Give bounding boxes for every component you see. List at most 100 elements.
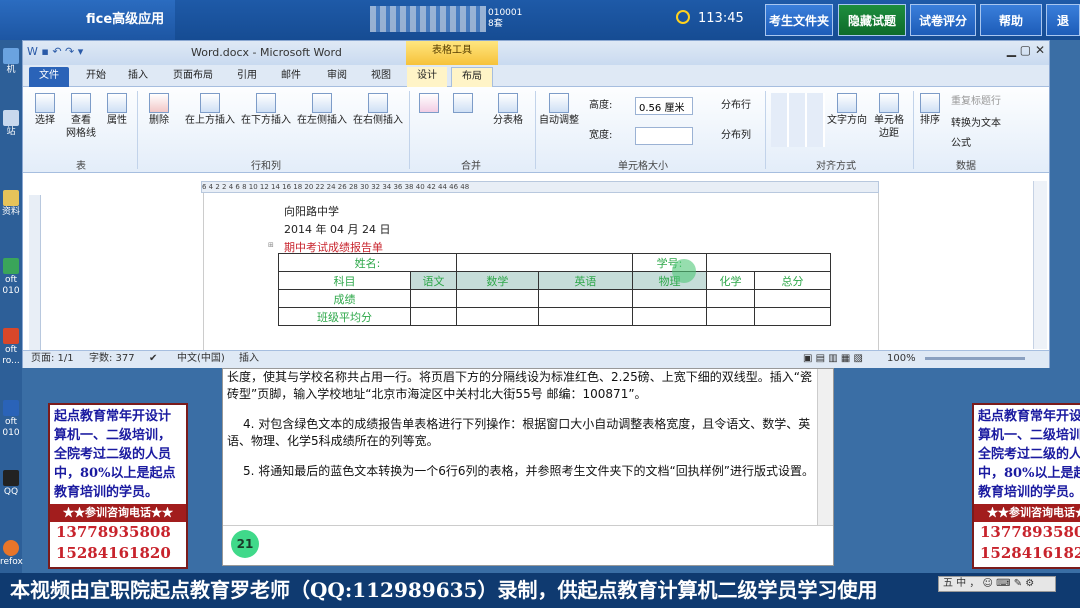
view-buttons[interactable]: ▣ ▤ ▥ ▦ ▧ <box>803 351 863 367</box>
insert-mode[interactable]: 插入 <box>239 351 259 367</box>
insert-right-button[interactable]: 在右侧插入 <box>351 93 405 127</box>
help-button[interactable]: 帮助 <box>980 4 1042 36</box>
tab-mailings[interactable]: 邮件 <box>273 67 309 87</box>
tab-insert[interactable]: 插入 <box>119 67 157 87</box>
ad-phone-2: 15284161820 <box>56 544 171 562</box>
avg-cell[interactable] <box>632 307 707 326</box>
merge-cells-button[interactable] <box>417 93 441 114</box>
question-scrollbar[interactable] <box>817 369 833 525</box>
desktop-strip: 机 站 资料 oft 010 oft ro... oft 010 QQ refo… <box>0 40 23 585</box>
autofit-button[interactable]: 自动调整 <box>537 93 581 127</box>
subject-cell-english[interactable]: 英语 <box>537 271 634 290</box>
avg-cell[interactable] <box>537 307 634 326</box>
tab-page-layout[interactable]: 页面布局 <box>163 67 223 87</box>
desktop-icon[interactable]: oft 010 <box>0 400 22 439</box>
table-tools-label: 表格工具 <box>406 41 498 65</box>
group-label-rows-columns: 行和列 <box>251 161 281 172</box>
cell-margins-button[interactable]: 单元格 边距 <box>869 93 909 140</box>
row-height-input[interactable] <box>635 97 693 115</box>
insert-left-button[interactable]: 在左侧插入 <box>295 93 349 127</box>
view-gridlines-button[interactable]: 查看 网格线 <box>63 93 99 140</box>
ime-toolbar[interactable]: 五 中 ， ☺ ⌨ ✎ ⚙ <box>938 576 1056 592</box>
score-cell[interactable] <box>706 289 755 308</box>
delete-button[interactable]: 删除 <box>141 93 177 127</box>
avg-cell[interactable] <box>410 307 457 326</box>
subject-cell-math[interactable]: 数学 <box>456 271 539 290</box>
document-page[interactable]: 向阳路中学 2014 年 04 月 24 日 期中考试成绩报告单 ⊞ 姓名: 学… <box>203 193 879 350</box>
formula-button[interactable]: 公式 <box>951 137 1021 150</box>
zoom-level[interactable]: 100% <box>887 351 916 367</box>
question-number-badge[interactable]: 21 <box>231 530 259 558</box>
subject-cell-chinese[interactable]: 语文 <box>410 271 457 290</box>
score-cell[interactable] <box>410 289 457 308</box>
score-cell[interactable] <box>754 289 831 308</box>
desktop-icon[interactable]: oft 010 <box>0 258 22 297</box>
column-width-input[interactable] <box>635 127 693 145</box>
horizontal-ruler[interactable]: 6 4 2 2 4 6 8 10 12 14 16 18 20 22 24 26… <box>201 181 879 193</box>
subject-cell-chemistry[interactable]: 化学 <box>706 271 755 290</box>
exit-button[interactable]: 退 <box>1046 4 1080 36</box>
hide-questions-button[interactable]: 隐藏试题 <box>838 4 906 36</box>
subject-label-cell[interactable]: 科目 <box>278 271 411 290</box>
subject-cell-total[interactable]: 总分 <box>754 271 831 290</box>
tab-review[interactable]: 审阅 <box>319 67 355 87</box>
split-cells-button[interactable] <box>451 93 475 114</box>
repeat-header-button[interactable]: 重复标题行 <box>951 95 1021 108</box>
avg-cell[interactable] <box>754 307 831 326</box>
table-move-handle[interactable]: ⊞ <box>268 241 274 249</box>
text-direction-button[interactable]: 文字方向 <box>825 93 869 127</box>
vertical-ruler[interactable] <box>29 195 41 350</box>
spellcheck-icon[interactable]: ✔ <box>149 351 157 367</box>
report-table[interactable]: 姓名: 学号: 科目 语文 数学 英语 物理 化学 总分 成绩 班级平均分 <box>278 253 831 326</box>
desktop-icon[interactable]: 资料 <box>0 190 22 218</box>
insert-above-icon <box>200 93 220 113</box>
tab-references[interactable]: 引用 <box>229 67 265 87</box>
tab-design[interactable]: 设计 <box>407 67 447 87</box>
window-controls[interactable]: ▁ ▢ ✕ <box>1007 43 1045 57</box>
question-5: 5. 将通知最后的蓝色文本转换为一个6行6列的表格，并参照考生文件夹下的文档“回… <box>243 464 814 478</box>
language-indicator[interactable]: 中文(中国) <box>177 351 225 367</box>
grid-icon <box>71 93 91 113</box>
desktop-icon[interactable]: 站 <box>0 110 22 138</box>
group-label-merge: 合并 <box>461 161 481 172</box>
id-value-cell[interactable] <box>706 253 831 272</box>
name-label-cell[interactable]: 姓名: <box>278 253 457 272</box>
alignment-grid[interactable] <box>771 93 825 147</box>
score-cell[interactable] <box>456 289 539 308</box>
convert-to-text-button[interactable]: 转换为文本 <box>951 117 1021 130</box>
name-value-cell[interactable] <box>456 253 633 272</box>
avg-cell[interactable] <box>706 307 755 326</box>
desktop-icon[interactable]: 机 <box>0 48 22 76</box>
tab-view[interactable]: 视图 <box>363 67 399 87</box>
insert-below-button[interactable]: 在下方插入 <box>239 93 293 127</box>
desktop-icon[interactable]: refox <box>0 540 23 568</box>
distribute-columns-button[interactable]: 分布列 <box>711 129 761 142</box>
select-button[interactable]: 选择 <box>29 93 61 127</box>
distribute-rows-button[interactable]: 分布行 <box>711 99 761 112</box>
grade-exam-button[interactable]: 试卷评分 <box>910 4 976 36</box>
insert-above-button[interactable]: 在上方插入 <box>183 93 237 127</box>
ribbon: 选择 查看 网格线 属性 表 删除 在上方插入 在下方插入 在左侧插入 在右侧插… <box>23 87 1049 173</box>
desktop-icon[interactable]: QQ <box>0 470 22 498</box>
exam-title: fice高级应用 <box>0 0 175 40</box>
document-scrollbar[interactable] <box>1033 181 1047 349</box>
desktop-icon[interactable]: oft ro... <box>0 328 22 367</box>
quick-access-toolbar[interactable]: W ▪ ↶ ↷ ▾ <box>27 45 83 58</box>
tab-layout[interactable]: 布局 <box>451 67 493 87</box>
video-caption: 本视频由宜职院起点教育罗老师（QQ:112989635）录制，供起点教育计算机二… <box>0 573 1080 608</box>
sort-button[interactable]: 排序 <box>915 93 945 127</box>
divider <box>535 91 536 169</box>
score-cell[interactable] <box>632 289 707 308</box>
group-label-cell-size: 单元格大小 <box>618 161 668 172</box>
text-direction-icon <box>837 93 857 113</box>
score-label-cell[interactable]: 成绩 <box>278 289 411 308</box>
score-cell[interactable] <box>537 289 634 308</box>
tab-file[interactable]: 文件 <box>29 67 69 87</box>
properties-button[interactable]: 属性 <box>101 93 133 127</box>
split-table-button[interactable]: 分表格 <box>483 93 533 127</box>
zoom-slider[interactable] <box>925 357 1025 360</box>
avg-label-cell[interactable]: 班级平均分 <box>278 307 411 326</box>
avg-cell[interactable] <box>456 307 539 326</box>
candidate-folder-button[interactable]: 考生文件夹 <box>765 4 833 36</box>
tab-home[interactable]: 开始 <box>77 67 115 87</box>
